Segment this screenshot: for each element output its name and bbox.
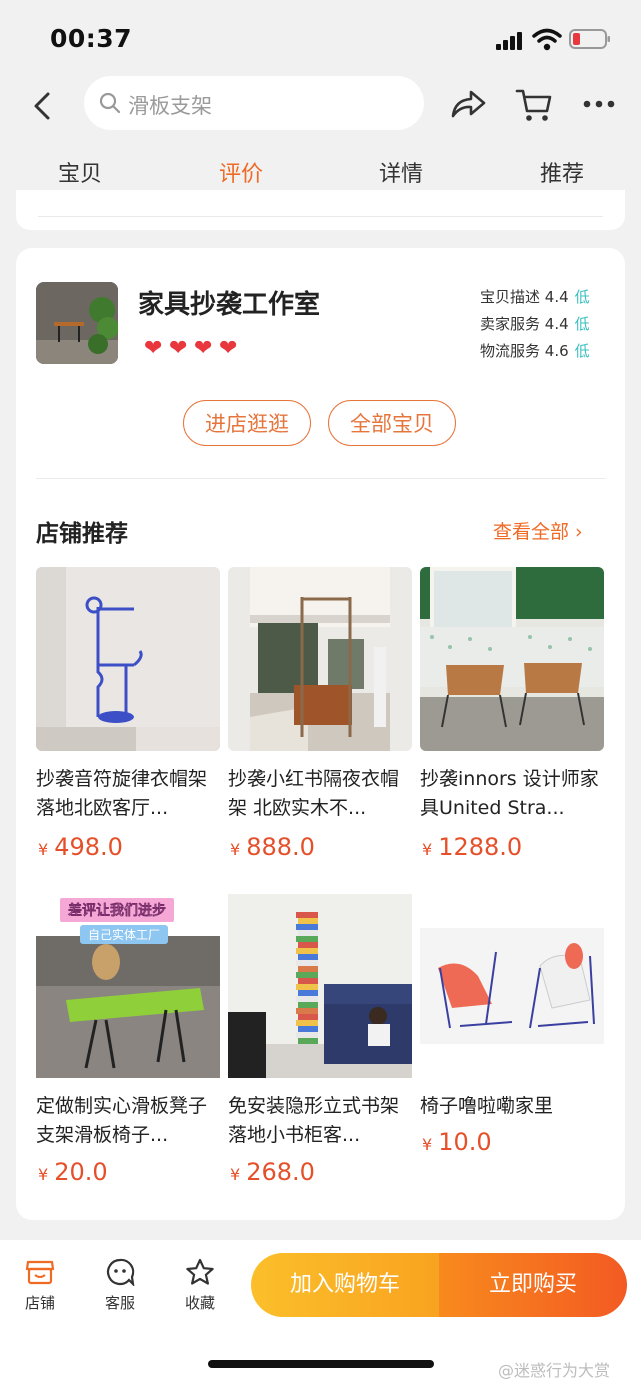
product-price: ¥20.0 (38, 1158, 108, 1186)
heart-icon: ❤ (169, 336, 188, 361)
tab-details[interactable]: 详情 (379, 156, 423, 188)
wifi-icon (532, 28, 562, 51)
search-placeholder: 滑板支架 (128, 94, 212, 118)
product-banner: 差评让我们进步 (58, 896, 176, 924)
tab-items[interactable]: 宝贝 (58, 156, 102, 188)
product-image[interactable] (228, 567, 412, 751)
product-image[interactable] (36, 567, 220, 751)
more-icon[interactable] (582, 98, 616, 110)
heart-icon: ❤ (219, 336, 238, 361)
rating-description: 宝贝描述 4.4 低 (480, 288, 590, 306)
search-input[interactable]: 滑板支架 (84, 76, 424, 130)
home-indicator[interactable] (208, 1360, 434, 1368)
tab-reviews[interactable]: 评价 (219, 156, 263, 188)
shop-nav-button[interactable]: 店铺 (10, 1258, 70, 1313)
product-name[interactable]: 免安装隐形立式书架落地小书柜客... (228, 1092, 410, 1150)
product-sub-banner: 自己实体工厂 (80, 925, 169, 944)
signal-icon (496, 32, 522, 50)
star-icon (186, 1258, 214, 1285)
product-name[interactable]: 抄袭音符旋律衣帽架落地北欧客厅... (36, 765, 218, 823)
add-to-cart-button[interactable]: 加入购物车 (251, 1253, 439, 1317)
shop-icon (25, 1260, 55, 1285)
watermark: @迷惑行为大赏 (498, 1361, 611, 1380)
product-price: ¥10.0 (422, 1128, 492, 1156)
heart-icon: ❤ (194, 336, 213, 361)
cart-icon[interactable] (514, 86, 554, 124)
search-icon (99, 92, 121, 114)
previous-section-card (16, 190, 625, 230)
divider (36, 478, 606, 479)
favorite-button[interactable]: 收藏 (170, 1258, 230, 1313)
chat-face-icon (106, 1258, 135, 1286)
shop-logo[interactable] (36, 282, 118, 364)
favorite-label: 收藏 (184, 1294, 215, 1312)
product-image[interactable] (228, 894, 412, 1078)
product-price: ¥268.0 (230, 1158, 315, 1186)
rating-logistics: 物流服务 4.6 低 (480, 342, 590, 360)
recommend-title: 店铺推荐 (36, 521, 128, 547)
visit-shop-button[interactable]: 进店逛逛 (183, 400, 311, 446)
heart-icon: ❤ (144, 336, 163, 361)
customer-service-button[interactable]: 客服 (90, 1258, 150, 1313)
buy-now-button[interactable]: 立即购买 (439, 1253, 627, 1317)
product-price: ¥498.0 (38, 833, 123, 861)
product-image[interactable] (420, 567, 604, 751)
battery-icon (569, 29, 610, 49)
customer-service-label: 客服 (104, 1294, 135, 1312)
status-time: 00:37 (50, 24, 133, 53)
view-all-link[interactable]: 查看全部 › (493, 517, 583, 544)
product-price: ¥1288.0 (422, 833, 523, 861)
product-name[interactable]: 定做制实心滑板凳子支架滑板椅子... (36, 1092, 218, 1150)
share-icon[interactable] (449, 88, 487, 122)
product-price: ¥888.0 (230, 833, 315, 861)
product-image[interactable] (420, 928, 604, 1044)
shop-name[interactable]: 家具抄袭工作室 (138, 284, 320, 321)
tab-recommend[interactable]: 推荐 (540, 156, 584, 188)
shop-nav-label: 店铺 (24, 1294, 55, 1312)
product-name[interactable]: 抄袭小红书隔夜衣帽架 北欧实木不... (228, 765, 410, 823)
product-name[interactable]: 抄袭innors 设计师家具United Stra... (420, 765, 602, 823)
rating-service: 卖家服务 4.4 低 (480, 315, 590, 333)
product-image[interactable]: 差评让我们进步 自己实体工厂 (36, 892, 220, 1078)
back-icon[interactable] (26, 88, 58, 124)
all-items-button[interactable]: 全部宝贝 (328, 400, 456, 446)
